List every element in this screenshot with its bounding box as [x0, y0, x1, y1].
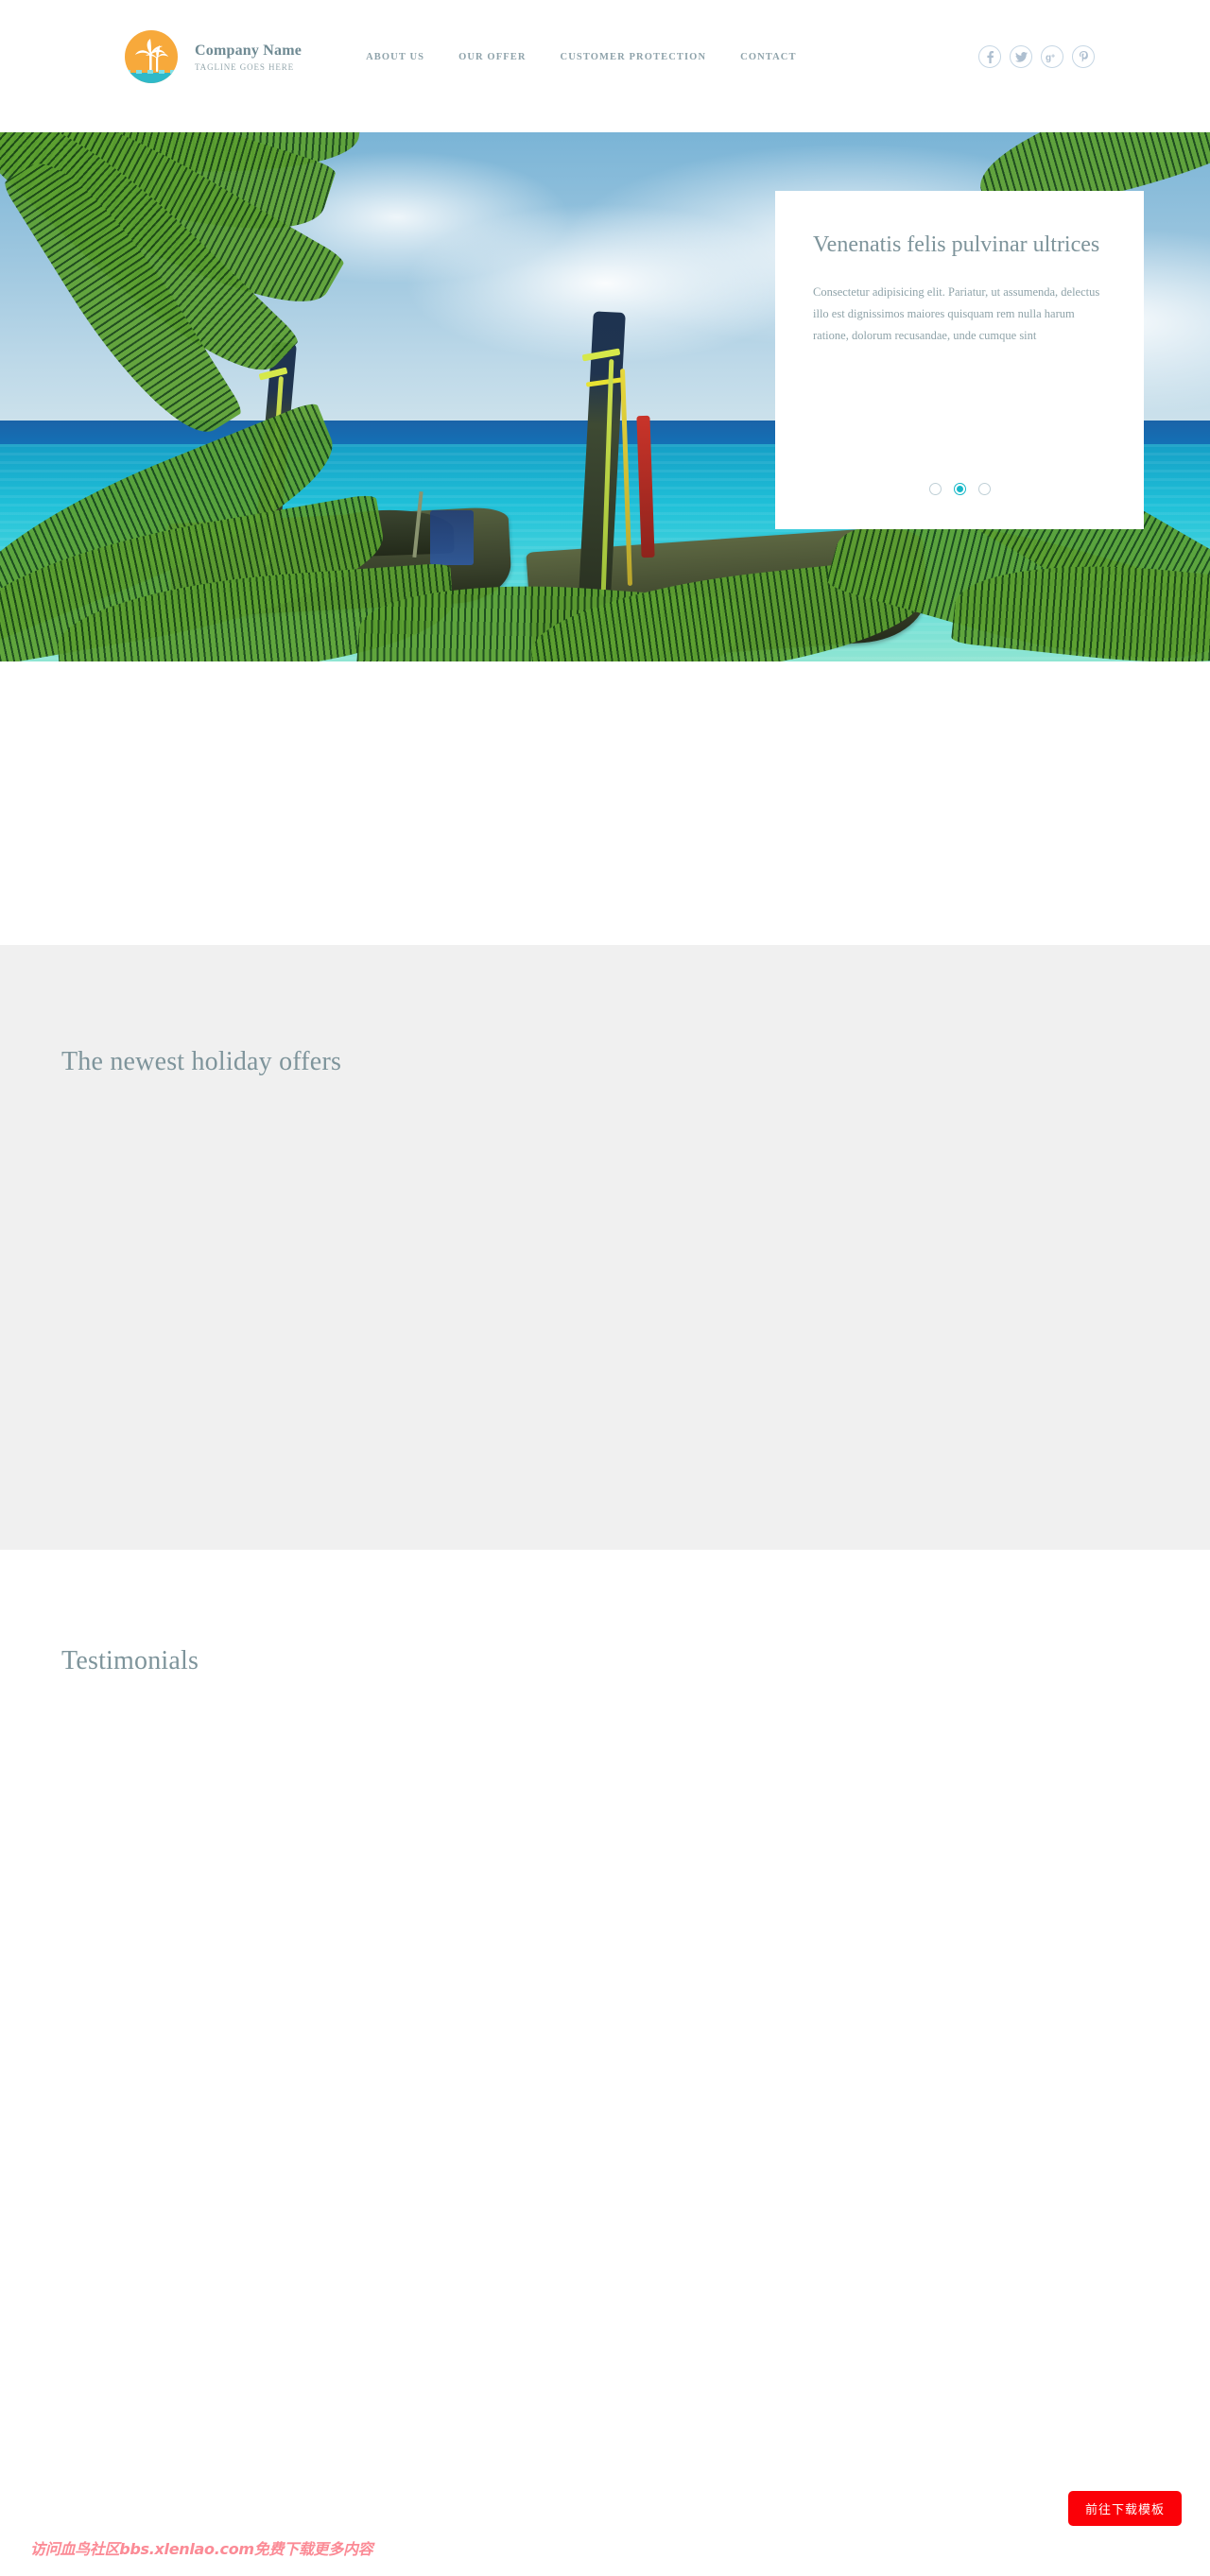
- site-watermark: 访问血鸟社区bbs.xlenlao.com免费下载更多内容: [30, 2540, 373, 2558]
- holiday-offers-section: [0, 945, 1210, 1550]
- facebook-icon[interactable]: [978, 45, 1001, 68]
- social-links: g +: [978, 45, 1095, 68]
- logo-block[interactable]: Company Name TAGLINE GOES HERE: [125, 30, 302, 83]
- palm-tree-sun-logo-icon: [125, 30, 178, 83]
- pinterest-icon[interactable]: [1072, 45, 1095, 68]
- carousel-dot-2[interactable]: [953, 483, 966, 495]
- nav-link-about-us[interactable]: ABOUT US: [366, 52, 424, 62]
- hero-description: Consectetur adipisicing elit. Pariatur, …: [813, 284, 1100, 342]
- hero-slide-card: Venenatis felis pulvinar ultrices Consec…: [775, 191, 1144, 529]
- google-plus-icon[interactable]: g +: [1041, 45, 1063, 68]
- svg-text:+: +: [1051, 53, 1055, 60]
- tagline: TAGLINE GOES HERE: [195, 62, 295, 73]
- company-name: Company Name: [195, 42, 302, 59]
- twitter-icon[interactable]: [1010, 45, 1032, 68]
- carousel-pagination: [775, 483, 1144, 495]
- nav-link-contact[interactable]: CONTACT: [740, 52, 796, 62]
- main-navigation: ABOUT US OUR OFFER CUSTOMER PROTECTION C…: [366, 52, 797, 62]
- hero-title: Venenatis felis pulvinar ultrices: [813, 232, 1100, 257]
- download-template-button[interactable]: 前往下载模板: [1067, 2491, 1182, 2526]
- site-header: Company Name TAGLINE GOES HERE ABOUT US …: [66, 0, 1144, 113]
- carousel-dot-3[interactable]: [977, 483, 991, 495]
- carousel-dot-1[interactable]: [928, 483, 942, 495]
- nav-link-our-offer[interactable]: OUR OFFER: [458, 52, 526, 62]
- testimonials-section: [0, 1550, 1210, 2457]
- boat-cargo: [430, 510, 474, 565]
- offers-section-title: The newest holiday offers: [61, 1047, 342, 1076]
- testimonials-section-title: Testimonials: [61, 1646, 199, 1675]
- logo-water: [125, 70, 178, 83]
- nav-link-customer-protection[interactable]: CUSTOMER PROTECTION: [561, 52, 707, 62]
